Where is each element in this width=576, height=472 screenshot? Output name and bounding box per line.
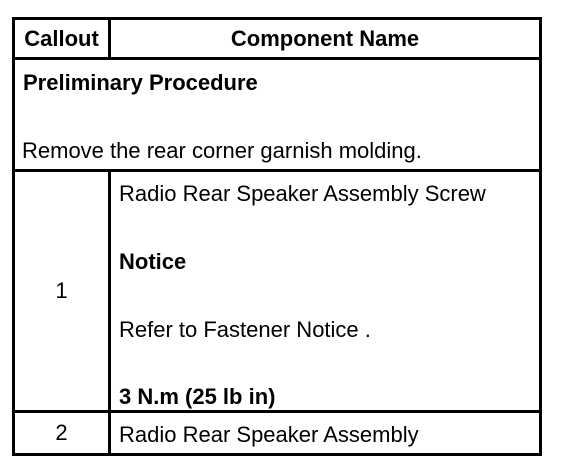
component-cell: Radio Rear Speaker Assembly Screw Notice…: [111, 172, 539, 410]
notice-label: Notice: [119, 249, 187, 274]
header-cell-callout: Callout: [15, 20, 111, 57]
preliminary-procedure-text: Remove the rear corner garnish molding.: [22, 138, 422, 163]
callout-number: 1: [55, 278, 68, 303]
preliminary-procedure-row: Preliminary Procedure Remove the rear co…: [15, 60, 539, 172]
header-cell-component-name: Component Name: [111, 20, 539, 57]
preliminary-procedure-cell: Preliminary Procedure Remove the rear co…: [15, 60, 539, 169]
component-table: Callout Component Name Preliminary Proce…: [12, 17, 542, 456]
table-row: 2 Radio Rear Speaker Assembly: [15, 413, 539, 453]
header-callout-label: Callout: [24, 25, 99, 51]
callout-number: 2: [55, 420, 68, 445]
component-name: Radio Rear Speaker Assembly: [119, 422, 419, 447]
notice-text: Refer to Fastener Notice .: [119, 317, 371, 342]
component-name: Radio Rear Speaker Assembly Screw: [119, 181, 486, 206]
table-row: 1 Radio Rear Speaker Assembly Screw Noti…: [15, 172, 539, 413]
callout-cell: 2: [15, 413, 111, 453]
component-cell: Radio Rear Speaker Assembly: [111, 413, 539, 453]
header-component-name-label: Component Name: [230, 25, 420, 51]
table-header-row: Callout Component Name: [15, 20, 539, 60]
callout-cell: 1: [15, 172, 111, 410]
preliminary-procedure-title: Preliminary Procedure: [23, 70, 258, 95]
torque-spec: 3 N.m (25 lb in): [119, 384, 276, 409]
